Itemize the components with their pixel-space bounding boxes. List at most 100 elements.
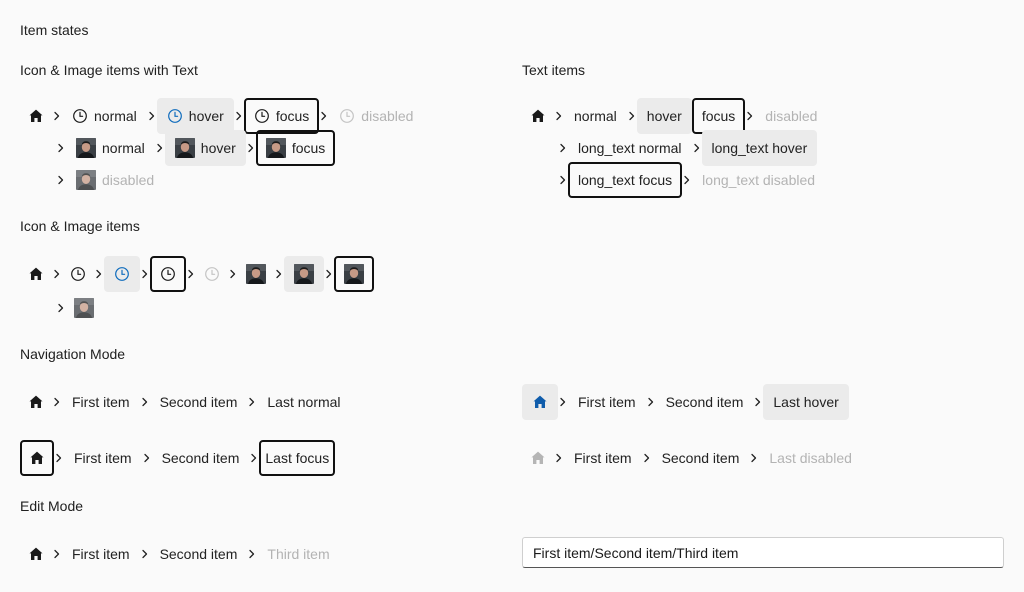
clock-icon — [160, 266, 176, 282]
breadcrumb-icon-text-row2: normal hover focus — [56, 130, 336, 166]
item-label: disabled — [102, 172, 155, 188]
nav-last-item[interactable]: Last hover — [763, 384, 849, 420]
home-icon — [530, 450, 546, 466]
clock-icon — [70, 266, 86, 282]
person-photo — [74, 298, 94, 318]
person-photo — [246, 264, 266, 284]
clock-item-hover[interactable]: hover — [156, 98, 234, 134]
chevron-right-icon — [54, 440, 64, 476]
text-item-long-focus[interactable]: long_text focus — [568, 162, 683, 198]
nav-last-item[interactable]: Last focus — [259, 440, 336, 476]
heading-icon-image-text: Icon & Image items with Text — [20, 62, 198, 78]
item-label: long_text disabled — [702, 172, 816, 188]
home-icon — [28, 266, 44, 282]
home-button[interactable] — [522, 98, 554, 134]
text-item-long-normal[interactable]: long_text normal — [568, 130, 692, 166]
person-photo — [344, 264, 364, 284]
item-label: Last focus — [265, 450, 330, 466]
clock-button-focus[interactable] — [150, 256, 186, 292]
nav-last-item[interactable]: Last normal — [257, 384, 350, 420]
nav-first-item[interactable]: First item — [564, 440, 642, 476]
item-label: normal — [94, 108, 137, 124]
clock-item-focus[interactable]: focus — [243, 98, 320, 134]
home-button[interactable] — [522, 384, 558, 420]
image-button-normal[interactable] — [238, 256, 274, 292]
nav-first-item[interactable]: First item — [568, 384, 646, 420]
chevron-right-icon — [52, 536, 62, 572]
chevron-right-icon — [142, 440, 152, 476]
chevron-right-icon — [140, 536, 150, 572]
image-button-focus[interactable] — [334, 256, 374, 292]
home-button[interactable] — [20, 440, 54, 476]
chevron-right-icon — [554, 98, 564, 134]
image-item-disabled: disabled — [66, 162, 164, 198]
nav-second-item[interactable]: Second item — [652, 440, 750, 476]
nav-first-item[interactable]: First item — [64, 440, 142, 476]
image-item-normal[interactable]: normal — [66, 130, 155, 166]
item-label: focus — [275, 108, 310, 124]
breadcrumb-nav-hover: First item Second item Last hover — [522, 384, 849, 420]
text-item-focus[interactable]: focus — [691, 98, 746, 134]
home-icon — [28, 546, 44, 562]
chevron-right-icon — [249, 440, 259, 476]
text-item-long-hover[interactable]: long_text hover — [701, 130, 818, 166]
chevron-right-icon — [52, 256, 62, 292]
item-label: Second item — [159, 394, 238, 410]
chevron-right-icon — [692, 130, 702, 166]
breadcrumb-icon-text-row1: normal hover focus disabled — [20, 98, 423, 134]
chevron-right-icon — [147, 98, 157, 134]
item-label: First item — [72, 546, 130, 562]
chevron-right-icon — [155, 130, 165, 166]
nav-first-item[interactable]: First item — [62, 384, 140, 420]
chevron-right-icon — [554, 440, 564, 476]
text-item-hover[interactable]: hover — [636, 98, 692, 134]
breadcrumb-nav-normal: First item Second item Last normal — [20, 384, 351, 420]
nav-second-item[interactable]: Second item — [152, 440, 250, 476]
home-button[interactable] — [20, 98, 52, 134]
chevron-right-icon — [642, 440, 652, 476]
text-item-normal[interactable]: normal — [564, 98, 627, 134]
chevron-right-icon — [558, 384, 568, 420]
heading-icon-image-items: Icon & Image items — [20, 218, 140, 234]
home-icon — [28, 394, 44, 410]
image-button-hover[interactable] — [284, 256, 324, 292]
home-button[interactable] — [20, 256, 52, 292]
nav-second-item[interactable]: Second item — [656, 384, 754, 420]
chevron-right-icon — [749, 440, 759, 476]
breadcrumb-nav-disabled: First item Second item Last disabled — [522, 440, 862, 476]
home-button[interactable] — [20, 536, 52, 572]
image-item-focus[interactable]: focus — [255, 130, 336, 166]
breadcrumb-path-input[interactable] — [522, 537, 1004, 568]
person-photo — [294, 264, 314, 284]
image-item-hover[interactable]: hover — [164, 130, 246, 166]
chevron-right-icon — [52, 384, 62, 420]
chevron-right-icon — [274, 256, 284, 292]
item-label: hover — [188, 108, 224, 124]
home-icon — [532, 394, 548, 410]
edit-first-item[interactable]: First item — [62, 536, 140, 572]
item-label: First item — [574, 450, 632, 466]
item-label: normal — [574, 108, 617, 124]
text-item-long-disabled: long_text disabled — [692, 162, 825, 198]
clock-button-normal[interactable] — [62, 256, 94, 292]
item-label: focus — [291, 140, 326, 156]
person-photo — [76, 170, 96, 190]
item-label: disabled — [765, 108, 818, 124]
clock-item-normal[interactable]: normal — [62, 98, 147, 134]
item-label: long_text focus — [578, 172, 673, 188]
chevron-right-icon — [324, 256, 334, 292]
item-label: disabled — [361, 108, 414, 124]
item-label: Last normal — [267, 394, 341, 410]
clock-button-hover[interactable] — [104, 256, 140, 292]
item-label: First item — [74, 450, 132, 466]
person-photo — [76, 138, 96, 158]
home-icon — [28, 108, 44, 124]
edit-second-item[interactable]: Second item — [150, 536, 248, 572]
nav-second-item[interactable]: Second item — [150, 384, 248, 420]
heading-text-items: Text items — [522, 62, 586, 78]
chevron-right-icon — [319, 98, 329, 134]
chevron-right-icon — [753, 384, 763, 420]
clock-icon — [204, 266, 220, 282]
home-button[interactable] — [20, 384, 52, 420]
clock-icon — [339, 108, 355, 124]
